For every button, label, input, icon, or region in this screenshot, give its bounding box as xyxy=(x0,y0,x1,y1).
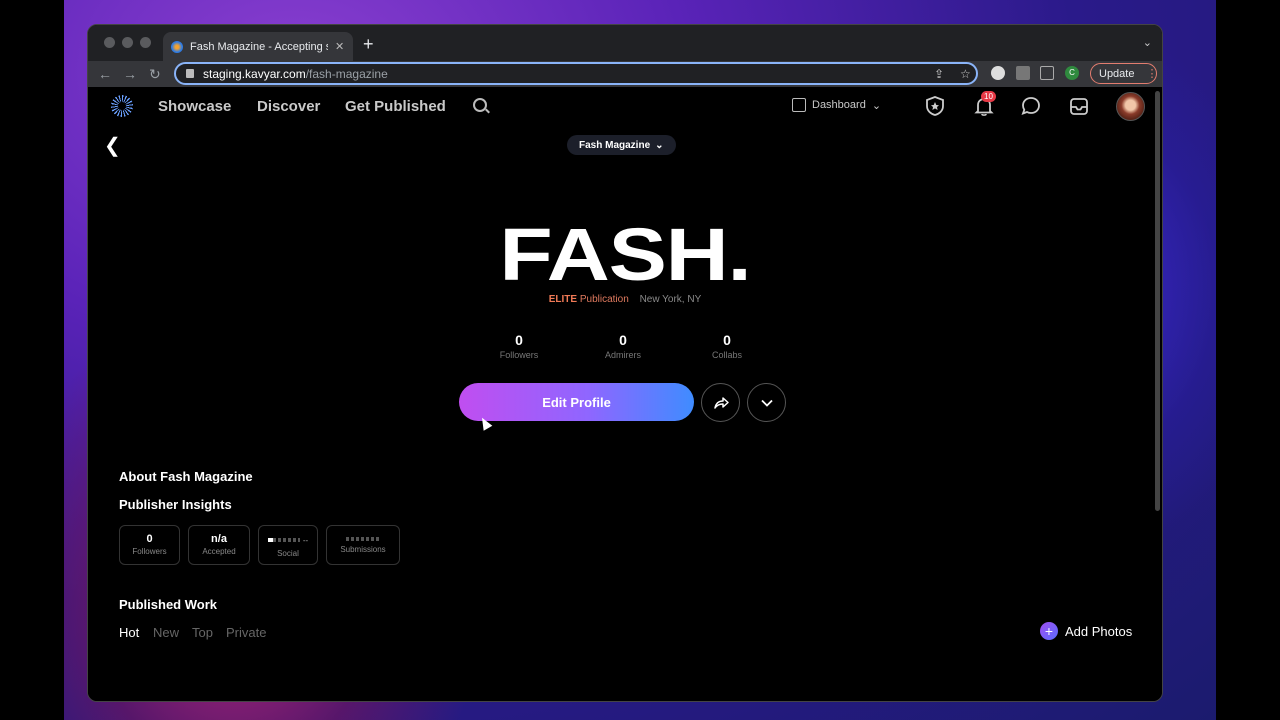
maximize-window-dot[interactable] xyxy=(140,37,151,48)
chevron-down-icon: ⌄ xyxy=(871,99,882,112)
insight-value: 0 xyxy=(146,533,153,545)
update-browser-button[interactable]: Update ⋮ xyxy=(1090,63,1157,84)
published-work-heading: Published Work xyxy=(119,597,217,612)
forward-arrow-icon[interactable]: → xyxy=(123,66,137,82)
new-tab-button[interactable]: + xyxy=(363,34,374,55)
location: New York, NY xyxy=(639,294,702,305)
filter-new[interactable]: New xyxy=(153,625,179,640)
insight-value: -- xyxy=(302,535,309,545)
update-label: Update xyxy=(1099,67,1135,80)
insight-label: Followers xyxy=(132,547,167,556)
url-input[interactable]: staging.kavyar.com/fash-magazine ⇪ ☆ xyxy=(174,62,978,85)
share-button[interactable] xyxy=(701,383,740,422)
dashboard-icon xyxy=(792,98,806,112)
insight-label: Social xyxy=(277,549,299,558)
url-host: staging.kavyar.com xyxy=(203,66,306,81)
stat-label: Collabs xyxy=(711,350,742,360)
tab-close-icon[interactable]: ✕ xyxy=(335,40,344,53)
social-bar xyxy=(267,538,300,542)
insights-heading: Publisher Insights xyxy=(119,497,232,512)
notification-badge: 10 xyxy=(981,91,996,102)
url-path: /fash-magazine xyxy=(305,66,388,81)
extension-icon[interactable] xyxy=(991,66,1005,80)
filter-top[interactable]: Top xyxy=(192,625,213,640)
tab-search-chevron-icon[interactable]: ⌄ xyxy=(1143,36,1152,49)
insight-label: Accepted xyxy=(202,547,236,556)
insight-label: Submissions xyxy=(340,545,386,554)
publication-type: Publication xyxy=(579,294,629,305)
search-icon[interactable] xyxy=(473,98,487,112)
address-bar: ← → ↻ staging.kavyar.com/fash-magazine ⇪… xyxy=(88,61,1162,87)
stat-collabs[interactable]: 0 Collabs xyxy=(687,332,767,360)
nav-get-published[interactable]: Get Published xyxy=(345,98,446,115)
add-photos-label: Add Photos xyxy=(1065,623,1133,639)
stat-value: 0 xyxy=(723,332,731,348)
insight-social: -- Social xyxy=(258,525,318,565)
tab-bar: Fash Magazine - Accepting sul ✕ + ⌄ xyxy=(88,25,1162,61)
dashboard-menu[interactable]: Dashboard ⌄ xyxy=(792,98,881,112)
insight-followers: 0 Followers xyxy=(119,525,180,565)
browser-window: Fash Magazine - Accepting sul ✕ + ⌄ ← → … xyxy=(87,24,1163,702)
edit-profile-button[interactable]: Edit Profile xyxy=(459,383,694,421)
insight-submissions: Submissions xyxy=(326,525,400,565)
puzzle-extensions-icon[interactable] xyxy=(1016,66,1030,80)
dashboard-label: Dashboard xyxy=(812,99,866,111)
publication-selector-label: Fash Magazine xyxy=(579,139,651,151)
user-avatar[interactable] xyxy=(1116,92,1145,121)
add-photos-button[interactable]: + Add Photos xyxy=(1040,622,1132,640)
bookmark-star-icon[interactable]: ☆ xyxy=(960,67,971,81)
filter-private[interactable]: Private xyxy=(226,625,266,640)
minimize-window-dot[interactable] xyxy=(122,37,133,48)
stat-value: 0 xyxy=(619,332,627,348)
shield-star-icon[interactable] xyxy=(924,95,946,117)
stat-label: Admirers xyxy=(604,350,641,360)
kavyar-logo-icon[interactable] xyxy=(111,95,133,117)
lock-icon xyxy=(186,69,194,78)
nav-discover[interactable]: Discover xyxy=(257,98,320,115)
side-panel-icon[interactable] xyxy=(1040,66,1054,80)
chevron-down-icon: ⌄ xyxy=(655,139,664,151)
share-icon[interactable]: ⇪ xyxy=(934,67,944,81)
kavyar-page: Showcase Discover Get Published Dashboar… xyxy=(88,87,1162,701)
site-header: Showcase Discover Get Published Dashboar… xyxy=(88,87,1162,125)
chevron-down-icon xyxy=(760,399,773,407)
plus-icon: + xyxy=(1040,622,1058,640)
insight-value: n/a xyxy=(211,533,227,545)
stat-admirers[interactable]: 0 Admirers xyxy=(583,332,663,360)
page-scrollbar[interactable] xyxy=(1155,91,1160,511)
tab-title: Fash Magazine - Accepting sul xyxy=(190,40,328,53)
chat-bubble-icon[interactable] xyxy=(1020,95,1042,117)
publication-selector[interactable]: Fash Magazine ⌄ xyxy=(567,135,676,155)
more-menu-icon: ⋮ xyxy=(1146,68,1158,80)
reload-icon[interactable]: ↻ xyxy=(149,66,161,83)
insight-accepted: n/a Accepted xyxy=(188,525,250,565)
back-arrow-icon[interactable]: ← xyxy=(98,66,112,82)
browser-tab[interactable]: Fash Magazine - Accepting sul ✕ xyxy=(163,32,353,61)
stat-label: Followers xyxy=(499,350,539,360)
tier-badge: ELITE xyxy=(548,294,578,305)
stat-followers[interactable]: 0 Followers xyxy=(479,332,559,360)
nav-showcase[interactable]: Showcase xyxy=(158,98,231,115)
submissions-bar xyxy=(346,537,380,541)
publication-meta: ELITE Publication New York, NY xyxy=(88,294,1162,305)
stat-value: 0 xyxy=(515,332,523,348)
site-favicon-icon xyxy=(171,40,183,53)
share-arrow-icon xyxy=(713,396,729,409)
more-options-button[interactable] xyxy=(747,383,786,422)
back-chevron-icon[interactable]: ❮ xyxy=(104,133,121,158)
about-heading: About Fash Magazine xyxy=(119,469,253,484)
inbox-icon[interactable] xyxy=(1068,95,1090,117)
publication-logo: FASH. xyxy=(499,213,751,296)
filter-hot[interactable]: Hot xyxy=(119,625,139,640)
close-window-dot[interactable] xyxy=(104,37,115,48)
profile-avatar-icon[interactable]: C xyxy=(1065,66,1079,80)
